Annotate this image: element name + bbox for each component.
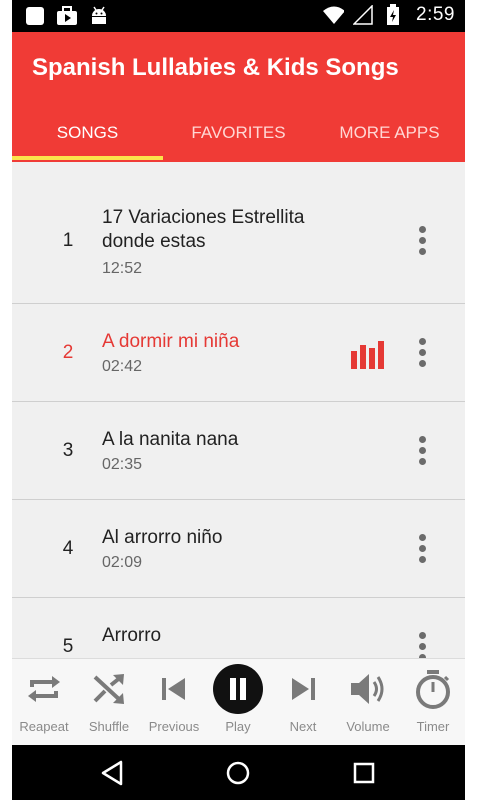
shuffle-label: Shuffle (88, 719, 130, 734)
overflow-menu-icon[interactable] (415, 534, 429, 563)
song-number: 2 (62, 342, 74, 363)
song-title: 17 Variaciones Estrellita donde estas (102, 207, 305, 252)
previous-button[interactable]: Previous (142, 659, 206, 746)
back-icon[interactable] (82, 745, 142, 800)
status-bar: 2:59 (12, 0, 465, 32)
repeat-label: Reapeat (19, 719, 69, 734)
skip-next-icon (271, 659, 335, 719)
next-button[interactable]: Next (271, 659, 335, 746)
briefcase-play-notification-icon (56, 5, 78, 27)
song-duration: 12:52 (102, 260, 143, 277)
song-row-5[interactable]: 5 Arrorro (12, 598, 465, 658)
status-clock: 2:59 (416, 4, 455, 25)
song-row-2[interactable]: 2 A dormir mi niña 02:42 (12, 304, 465, 402)
song-title: A dormir mi niña (102, 331, 240, 352)
android-debug-icon (88, 5, 110, 27)
repeat-icon (12, 659, 76, 719)
shuffle-icon (77, 659, 141, 719)
next-label: Next (289, 719, 317, 734)
timer-label: Timer (416, 719, 450, 734)
wifi-icon (322, 4, 345, 26)
player-controls: Reapeat Shuffle Previous Play Next Volum… (12, 658, 465, 745)
app-window: 2:59 Spanish Lullabies & Kids Songs SONG… (12, 0, 465, 800)
overflow-menu-icon[interactable] (415, 226, 429, 255)
tab-favorites[interactable]: FAVORITES (163, 110, 314, 162)
pause-icon (206, 659, 270, 719)
timer-button[interactable]: Timer (401, 659, 465, 746)
skip-previous-icon (142, 659, 206, 719)
home-icon[interactable] (208, 745, 268, 800)
song-number: 5 (62, 636, 74, 657)
play-label: Play (225, 719, 251, 734)
tab-more-apps[interactable]: MORE APPS (314, 110, 465, 162)
previous-label: Previous (148, 719, 200, 734)
play-pause-button[interactable]: Play (206, 659, 270, 746)
overflow-menu-icon[interactable] (415, 338, 429, 367)
volume-icon (336, 659, 400, 719)
recents-icon[interactable] (334, 745, 394, 800)
app-bar: Spanish Lullabies & Kids Songs SONGS FAV… (12, 32, 465, 162)
overflow-menu-icon[interactable] (415, 436, 429, 465)
cell-signal-icon (352, 4, 374, 26)
song-title: A la nanita nana (102, 429, 239, 450)
volume-label: Volume (346, 719, 390, 734)
song-duration: 02:35 (102, 456, 143, 473)
song-list: 1 17 Variaciones Estrellita donde estas … (12, 178, 465, 658)
stopwatch-icon (401, 659, 465, 719)
repeat-button[interactable]: Reapeat (12, 659, 76, 746)
system-nav-bar (12, 745, 465, 800)
equalizer-playing-icon (351, 341, 384, 369)
song-duration: 02:09 (102, 554, 143, 571)
shuffle-button[interactable]: Shuffle (77, 659, 141, 746)
blank-app-notification-icon (24, 5, 46, 27)
tab-songs[interactable]: SONGS (12, 110, 163, 162)
song-number: 4 (62, 538, 74, 559)
song-number: 3 (62, 440, 74, 461)
tab-bar: SONGS FAVORITES MORE APPS (12, 110, 465, 162)
song-row-1[interactable]: 1 17 Variaciones Estrellita donde estas … (12, 178, 465, 304)
overflow-menu-icon[interactable] (415, 632, 429, 658)
battery-charging-icon (382, 4, 404, 26)
app-title: Spanish Lullabies & Kids Songs (32, 54, 399, 81)
song-row-3[interactable]: 3 A la nanita nana 02:35 (12, 402, 465, 500)
song-number: 1 (62, 230, 74, 251)
song-title: Al arrorro niño (102, 527, 223, 548)
song-row-4[interactable]: 4 Al arrorro niño 02:09 (12, 500, 465, 598)
song-title: Arrorro (102, 625, 162, 646)
volume-button[interactable]: Volume (336, 659, 400, 746)
song-duration: 02:42 (102, 358, 143, 375)
